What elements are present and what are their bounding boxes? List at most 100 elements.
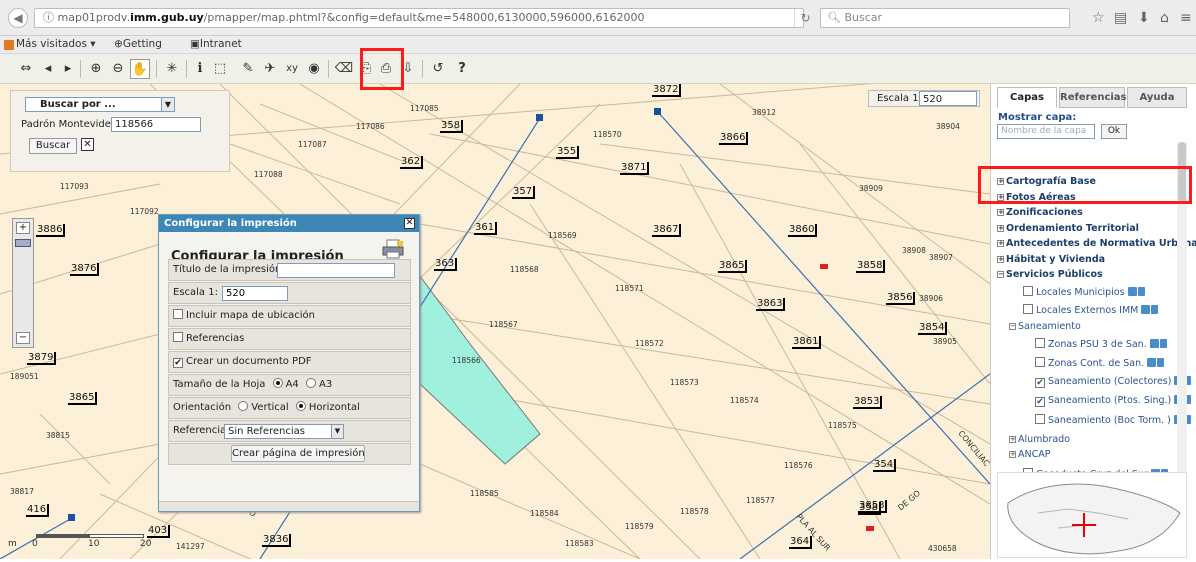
layer-tree-item[interactable]: Zonas Cont. de San. [1035,357,1165,370]
select-icon[interactable]: ⬚ [210,59,230,79]
tab-referencias[interactable]: Referencias [1059,87,1127,108]
layer-tree-item[interactable]: − Saneamiento [1009,321,1081,333]
escala-input[interactable] [222,286,288,301]
layer-legend-icon[interactable] [1149,339,1159,348]
layer-tree-item[interactable]: Zonas PSU 3 de San. [1035,338,1167,351]
address-bar[interactable]: ⓘ map01prodv.imm.gub.uy/pmapper/map.phtm… [34,8,804,28]
layer-checkbox[interactable] [1035,414,1045,424]
layer-tree-item[interactable]: − Servicios Públicos [997,269,1103,281]
layer-checkbox[interactable]: ✔ [1035,397,1045,407]
door-number: 3876 [70,263,100,276]
parcel-number: 38817 [10,487,34,496]
layer-label: Alumbrado [1018,434,1071,445]
layer-info-icon[interactable] [1151,305,1159,314]
collapse-minus-icon[interactable]: − [997,271,1004,278]
referencias-checkbox[interactable] [173,332,183,342]
expand-plus-icon[interactable]: + [997,240,1004,247]
zoom-slider[interactable]: + − [12,218,34,348]
buscar-por-select[interactable]: Buscar por ... ▼ [25,97,175,112]
bookmark-getting-started[interactable]: ⊕ Getting Started [114,36,162,67]
layer-checkbox[interactable]: ✔ [1035,378,1045,388]
escala-label: Escala 1: [173,287,218,298]
help-icon[interactable]: ? [452,59,472,79]
layer-tree-item[interactable]: ✔ Saneamiento (Colectores) [1035,376,1192,388]
back-icon[interactable]: ◀ [8,8,28,28]
horizontal-radio[interactable] [295,401,306,411]
identify-icon[interactable]: i [190,59,210,79]
layer-legend-icon[interactable] [1127,287,1137,296]
pin-icon[interactable]: ✈ [260,59,280,79]
tamano-a3-radio[interactable] [305,378,316,388]
refresh-map-icon[interactable]: ↺ [428,59,448,79]
library-icon[interactable]: ▤ [1114,10,1127,26]
expand-plus-icon[interactable]: + [1009,451,1016,458]
layer-tree-item[interactable]: + Hábitat y Vivienda [997,254,1105,266]
measure-icon[interactable]: ✎ [238,59,258,79]
menu-icon[interactable]: ≡ [1180,10,1192,26]
overview-map[interactable] [997,472,1187,558]
layer-tree-item[interactable]: + Alumbrado [1009,434,1070,446]
pan-hand-icon[interactable]: ✋ [130,59,150,79]
layer-checkbox[interactable] [1023,286,1033,296]
url-plain: map01prodv. [57,11,131,24]
layer-tree-item[interactable]: Locales Municipios [1023,286,1145,299]
layer-tree-item[interactable]: Locales Externos IMM [1023,304,1159,317]
layer-tree-item[interactable]: ✔ Saneamiento (Ptos. Sing.) [1035,395,1192,407]
door-number: 358 [440,120,464,133]
layer-info-icon[interactable] [1157,358,1165,367]
coordinates-icon[interactable]: xy [282,59,302,79]
bookmark-mas-visitados[interactable]: Más visitados ▾ [16,36,96,53]
padron-input[interactable]: 118566 [111,117,201,132]
layer-checkbox[interactable] [1035,338,1045,348]
forward-extent-icon[interactable]: ▸ [58,59,78,79]
home-icon[interactable]: ⌂ [1160,10,1169,26]
expand-plus-icon[interactable]: + [997,225,1004,232]
crear-pagina-button[interactable]: Crear página de impresión [231,445,365,462]
back-extent-icon[interactable]: ◂ [38,59,58,79]
ok-button[interactable]: Ok [1101,124,1127,139]
incluir-mapa-checkbox[interactable] [173,309,183,319]
zoom-out-icon[interactable]: ⊖ [108,59,128,79]
titulo-input[interactable] [277,263,395,278]
zoom-handle[interactable] [15,239,31,247]
zoom-minus-icon[interactable]: − [16,332,30,344]
layer-tree-item[interactable]: + Antecedentes de Normativa Urbana [997,238,1196,250]
layer-legend-icon[interactable] [1141,305,1151,314]
layer-checkbox[interactable] [1035,357,1045,367]
buscar-button[interactable]: Buscar [29,138,77,154]
layer-tree-item[interactable]: + Zonificaciones [997,207,1083,219]
crear-pdf-checkbox[interactable]: ✔ [173,358,183,368]
capa-input[interactable]: Nombre de la capa [997,124,1095,139]
reload-icon[interactable]: ↻ [794,9,816,27]
zoom-plus-icon[interactable]: + [16,222,30,234]
expand-plus-icon[interactable]: + [1009,436,1016,443]
layer-checkbox[interactable] [1023,304,1033,314]
dialog-titlebar[interactable]: Configurar la impresión ✕ [159,215,419,232]
dialog-close-icon[interactable]: ✕ [404,218,415,229]
bookmark-intranet[interactable]: ▣ Intranet [190,36,242,53]
expand-plus-icon[interactable]: + [997,209,1004,216]
layer-tree-item[interactable]: + ANCAP [1009,449,1050,461]
layer-tree-item[interactable]: Saneamiento (Boc Torm. ) [1035,414,1191,427]
expand-plus-icon[interactable]: + [997,256,1004,263]
tab-capas[interactable]: Capas [997,87,1057,108]
zoom-in-icon[interactable]: ⊕ [86,59,106,79]
referencias-select[interactable]: Sin Referencias ▼ [224,424,344,439]
layer-tree-item[interactable]: + Ordenamiento Territorial [997,223,1139,235]
pan-arrows-icon[interactable]: ⇔ [16,59,36,79]
layer-info-icon[interactable] [1159,339,1167,348]
star-icon[interactable]: ☆ [1092,10,1105,26]
scale-input[interactable]: 520 [919,91,977,106]
tamano-a4-radio[interactable] [272,378,283,388]
collapse-minus-icon[interactable]: − [1009,323,1016,330]
download-icon[interactable]: ⬇ [1138,10,1150,26]
search-close-icon[interactable]: ✕ [81,138,94,151]
tab-ayuda[interactable]: Ayuda [1127,87,1187,108]
globe-icon[interactable]: ◉ [304,59,324,79]
vertical-radio[interactable] [238,401,249,411]
browser-search-input[interactable]: 🔍︎ Buscar [820,8,1070,28]
full-extent-icon[interactable]: ✳ [162,59,182,79]
clear-icon[interactable]: ⌫ [334,59,354,79]
layer-legend-icon[interactable] [1147,358,1157,367]
layer-info-icon[interactable] [1137,287,1145,296]
